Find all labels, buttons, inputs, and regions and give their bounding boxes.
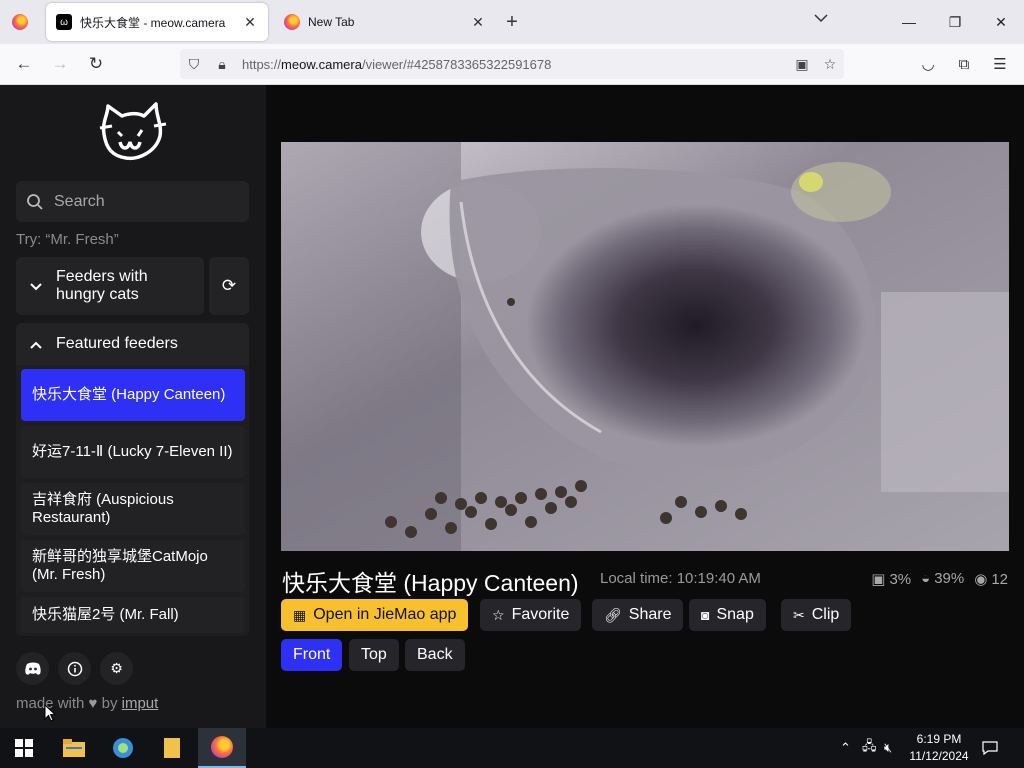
- footer-credit: made with ♥ by imput: [16, 695, 159, 712]
- camera-title: 快乐大食堂 (Happy Canteen): [282, 570, 579, 596]
- meow-camera-logo-icon[interactable]: [98, 102, 168, 162]
- bowl-icon: ◒: [921, 570, 931, 587]
- extensions-icon[interactable]: ⧉: [946, 49, 982, 79]
- forward-arrow-icon[interactable]: →: [42, 48, 78, 80]
- browser-nav-bar: ← → ↻ ⛉ 🔒︎ https://meow.camera/viewer/#4…: [0, 44, 1024, 85]
- tab-meow-camera[interactable]: ω 快乐大食堂 - meow.camera ✕: [46, 3, 268, 41]
- feeder-item-auspicious-restaurant[interactable]: 吉祥食府 (Auspicious Restaurant): [21, 483, 245, 535]
- folder-icon[interactable]: [148, 728, 196, 768]
- cat-favicon-icon: ω: [56, 14, 72, 30]
- minimize-icon[interactable]: —: [886, 0, 932, 44]
- back-arrow-icon[interactable]: ←: [6, 48, 42, 80]
- link-icon: 🔗︎: [604, 606, 622, 623]
- network-icon[interactable]: 🖧︎: [862, 728, 877, 768]
- firefox-view-button[interactable]: [0, 0, 40, 44]
- featured-feeders-group-toggle[interactable]: Featured feeders: [16, 323, 249, 365]
- close-window-icon[interactable]: ✕: [978, 0, 1024, 44]
- bowl-level-stat: ◒ 39%: [921, 570, 965, 587]
- firefox-icon: [12, 14, 28, 30]
- share-button[interactable]: 🔗︎ Share: [592, 599, 684, 631]
- hungry-cats-group-label: Feeders with hungry cats: [56, 268, 148, 303]
- reload-icon[interactable]: ↻: [78, 48, 114, 80]
- refresh-icon: ⟳: [221, 276, 237, 295]
- sidebar: Try: “Mr. Fresh” Feeders with hungry cat…: [0, 85, 266, 728]
- view-front-button[interactable]: Front: [281, 639, 343, 671]
- camera-stats: ▣ 3% ◒ 39% ◉ 12: [871, 570, 1008, 588]
- feeder-item-mr-fall[interactable]: 快乐猫屋2号 (Mr. Fall): [21, 597, 245, 633]
- browser-app-icon[interactable]: [99, 728, 147, 768]
- view-top-button[interactable]: Top: [349, 639, 399, 671]
- eye-icon: ◉: [974, 571, 988, 588]
- author-link[interactable]: imput: [122, 695, 159, 712]
- taskbar-clock[interactable]: 6:19 PM 11/12/2024: [905, 731, 973, 765]
- chevron-up-icon: [16, 336, 56, 352]
- search-box[interactable]: [16, 181, 249, 222]
- camera-video-feed[interactable]: [281, 142, 1009, 551]
- tab-title: 快乐大食堂 - meow.camera: [80, 15, 226, 30]
- address-bar[interactable]: ⛉ 🔒︎ https://meow.camera/viewer/#4258783…: [180, 49, 844, 79]
- browser-tab-bar: ω 快乐大食堂 - meow.camera ✕ New Tab ✕ +: [0, 0, 1024, 44]
- meow-camera-page: Try: “Mr. Fresh” Feeders with hungry cat…: [0, 85, 1024, 728]
- menu-hamburger-icon[interactable]: ☰: [982, 49, 1018, 79]
- bookmark-star-icon[interactable]: ☆: [816, 56, 844, 73]
- tray-chevron-up-icon[interactable]: ⌃: [840, 728, 851, 768]
- search-icon: [27, 193, 43, 210]
- scissors-icon: ✂: [793, 606, 805, 623]
- tab-new-tab[interactable]: New Tab ✕: [274, 3, 496, 41]
- food-bag-icon: ▣: [871, 571, 886, 588]
- open-in-app-button[interactable]: ▦ Open in JieMao app: [281, 599, 469, 631]
- settings-gear-icon[interactable]: ⚙: [100, 652, 133, 685]
- file-explorer-icon[interactable]: [50, 728, 98, 768]
- windows-start-icon[interactable]: [0, 728, 48, 768]
- feeder-item-mr-fresh[interactable]: 新鲜哥的独享城堡CatMojo (Mr. Fresh): [21, 540, 245, 592]
- feeder-item-happy-canteen[interactable]: 快乐大食堂 (Happy Canteen): [21, 369, 245, 421]
- star-icon: ☆: [492, 606, 505, 623]
- favorite-button[interactable]: ☆ Favorite: [480, 599, 582, 631]
- camera-icon: ◙: [701, 607, 710, 623]
- notifications-icon[interactable]: [982, 728, 998, 768]
- local-time: Local time: 10:19:40 AM: [600, 570, 761, 587]
- clip-button[interactable]: ✂ Clip: [781, 599, 852, 631]
- refresh-button[interactable]: ⟳: [209, 257, 249, 315]
- url-text: https://meow.camera/viewer/#425878336532…: [242, 56, 552, 72]
- featured-feeders-group-label: Featured feeders: [56, 335, 178, 352]
- tab-close-icon[interactable]: ✕: [242, 14, 258, 31]
- list-all-tabs-chevron-down-icon[interactable]: [814, 12, 828, 26]
- windows-taskbar: ⌃ 🖧︎ 🔇︎ 6:19 PM 11/12/2024: [0, 728, 1024, 768]
- viewers-stat: ◉ 12: [974, 571, 1008, 588]
- tab-title: New Tab: [308, 15, 355, 29]
- lock-icon[interactable]: 🔒︎: [208, 56, 236, 73]
- heart-icon: ♥: [88, 695, 98, 712]
- chevron-down-icon: [16, 278, 56, 294]
- tab-close-icon[interactable]: ✕: [470, 14, 486, 31]
- firefox-favicon-icon: [284, 14, 300, 30]
- food-level-stat: ▣ 3%: [871, 571, 912, 588]
- hungry-cats-group-toggle[interactable]: Feeders with hungry cats: [16, 257, 204, 315]
- new-tab-button[interactable]: +: [496, 3, 528, 41]
- maximize-icon[interactable]: ❐: [932, 0, 978, 44]
- view-back-button[interactable]: Back: [405, 639, 465, 671]
- volume-muted-icon[interactable]: 🔇︎: [884, 728, 892, 768]
- feeder-item-lucky-7-eleven[interactable]: 好运7-11-Ⅱ (Lucky 7-Eleven II): [21, 426, 245, 478]
- pocket-icon[interactable]: ◡: [910, 49, 946, 79]
- featured-feeders-list: 快乐大食堂 (Happy Canteen) 好运7-11-Ⅱ (Lucky 7-…: [16, 365, 249, 636]
- mouse-cursor-icon: [44, 704, 56, 722]
- snap-button[interactable]: ◙ Snap: [689, 599, 766, 631]
- search-input[interactable]: [54, 192, 234, 211]
- info-icon[interactable]: [58, 652, 91, 685]
- reader-view-icon[interactable]: ▣: [788, 56, 816, 73]
- firefox-taskbar-icon[interactable]: [198, 728, 246, 768]
- qr-code-icon: ▦: [293, 606, 307, 623]
- search-hint: Try: “Mr. Fresh”: [16, 231, 119, 248]
- tracking-protection-shield-icon[interactable]: ⛉: [180, 56, 208, 73]
- discord-icon[interactable]: [16, 652, 49, 685]
